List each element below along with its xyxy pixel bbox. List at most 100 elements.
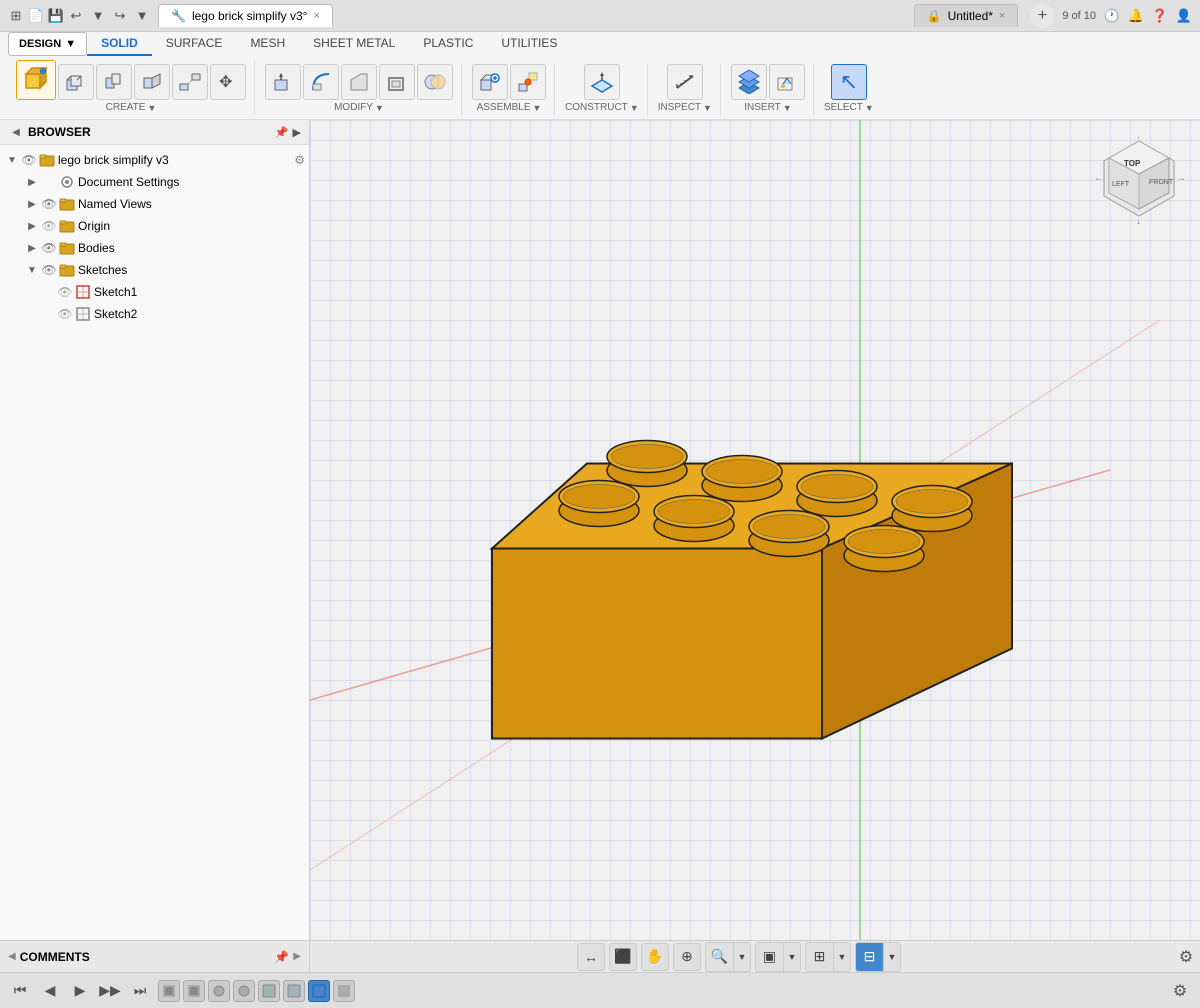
view-cube[interactable]: TOP FRONT LEFT ↓ ↑ → ←	[1094, 136, 1184, 226]
grid-btn[interactable]: ⊞	[806, 943, 834, 971]
timeline-prev-btn[interactable]: ◀	[38, 979, 62, 1003]
tab-utilities[interactable]: UTILITIES	[487, 32, 571, 56]
browser-panel-arrow[interactable]: ▶	[293, 126, 301, 139]
grid-icon[interactable]: ⊞	[8, 8, 24, 24]
assemble-dropdown[interactable]: ▼	[533, 103, 542, 113]
modify-dropdown[interactable]: ▼	[375, 103, 384, 113]
create-solid-button[interactable]	[16, 60, 56, 100]
design-dropdown-arrow[interactable]: ▼	[65, 38, 76, 50]
bodies-vis[interactable]: 👁	[40, 239, 58, 257]
sketches-vis[interactable]: 👁	[40, 261, 58, 279]
docsettings-arrow[interactable]: ▶	[24, 174, 40, 190]
origin-arrow[interactable]: ▶	[24, 218, 40, 234]
press-pull-button[interactable]	[265, 64, 301, 100]
measure-button[interactable]	[667, 64, 703, 100]
timeline-item-1[interactable]	[158, 980, 180, 1002]
insert-dropdown[interactable]: ▼	[783, 103, 792, 113]
redo-icon[interactable]: ↪	[112, 8, 128, 24]
shell-button[interactable]	[379, 64, 415, 100]
tree-item-origin[interactable]: ▶ 👁 Origin	[0, 215, 309, 237]
help-icon[interactable]: ❓	[1152, 8, 1168, 24]
tree-item-docsettings[interactable]: ▶ Document Settings	[0, 171, 309, 193]
tab-sheet-metal[interactable]: SHEET METAL	[299, 32, 409, 56]
tree-item-sketch1[interactable]: 👁 Sketch1	[0, 281, 309, 303]
timeline-next-btn[interactable]: ▶▶	[98, 979, 122, 1003]
chamfer-button[interactable]	[341, 64, 377, 100]
view-mode-btn[interactable]: ▣	[756, 943, 784, 971]
decal-button[interactable]	[769, 64, 805, 100]
tab-plastic[interactable]: PLASTIC	[409, 32, 487, 56]
active-tab[interactable]: 🔧 lego brick simplify v3° ×	[158, 4, 333, 27]
comments-pin-icon[interactable]: 📌	[274, 950, 289, 964]
sweep-button[interactable]	[134, 64, 170, 100]
tree-item-bodies[interactable]: ▶ 👁 Bodies	[0, 237, 309, 259]
redo-arrow[interactable]: ▼	[134, 8, 150, 24]
comments-collapse-arrow[interactable]: ◀	[8, 951, 16, 962]
origin-vis[interactable]: 👁	[40, 217, 58, 235]
clock-icon[interactable]: 🕐	[1104, 8, 1120, 24]
untitled-tab[interactable]: 🔒 Untitled* ×	[914, 4, 1019, 27]
tab-close-button[interactable]: ×	[313, 10, 319, 22]
bodies-arrow[interactable]: ▶	[24, 240, 40, 256]
tree-item-sketches[interactable]: ▼ 👁 Sketches	[0, 259, 309, 281]
undo-icon[interactable]: ↩	[68, 8, 84, 24]
namedviews-arrow[interactable]: ▶	[24, 196, 40, 212]
viewport-select-btn[interactable]: ↔	[577, 943, 605, 971]
timeline-first-btn[interactable]: ⏮	[8, 979, 32, 1003]
tab-mesh[interactable]: MESH	[236, 32, 299, 56]
timeline-item-3[interactable]	[208, 980, 230, 1002]
save-icon[interactable]: 💾	[48, 8, 64, 24]
viewport-layout-dropdown[interactable]: ▼	[884, 943, 900, 971]
untitled-tab-close[interactable]: ×	[999, 10, 1005, 22]
move-copy-button[interactable]: ✥	[210, 64, 246, 100]
file-icon[interactable]: 📄	[28, 8, 44, 24]
timeline-item-2[interactable]	[183, 980, 205, 1002]
browser-collapse-arrow[interactable]: ◀	[8, 124, 24, 140]
browser-pin-icon[interactable]: 📌	[275, 126, 289, 139]
tree-item-sketch2[interactable]: 👁 Sketch2	[0, 303, 309, 325]
root-visibility-icon[interactable]: 👁	[20, 151, 38, 169]
fillet-button[interactable]	[303, 64, 339, 100]
namedviews-vis[interactable]: 👁	[40, 195, 58, 213]
revolve-button[interactable]	[96, 64, 132, 100]
construct-dropdown[interactable]: ▼	[630, 103, 639, 113]
sketches-arrow[interactable]: ▼	[24, 262, 40, 278]
view-mode-dropdown[interactable]: ▼	[784, 943, 800, 971]
viewport-settings-btn[interactable]: ⚙	[1172, 943, 1200, 971]
timeline-play-btn[interactable]: ▶	[68, 979, 92, 1003]
timeline-item-5[interactable]	[258, 980, 280, 1002]
offset-plane-button[interactable]	[584, 64, 620, 100]
viewport[interactable]: TOP FRONT LEFT ↓ ↑ → ←	[310, 120, 1200, 940]
new-tab-button[interactable]: +	[1030, 4, 1054, 28]
viewport-fit-btn[interactable]: ⬛	[609, 943, 637, 971]
sketch2-vis[interactable]: 👁	[56, 305, 74, 323]
notification-icon[interactable]: 🔔	[1128, 8, 1144, 24]
undo-arrow[interactable]: ▼	[90, 8, 106, 24]
loft-button[interactable]	[172, 64, 208, 100]
sketch1-vis[interactable]: 👁	[56, 283, 74, 301]
grid-dropdown[interactable]: ▼	[834, 943, 850, 971]
root-settings-icon[interactable]: ⚙	[294, 153, 305, 167]
new-component-button[interactable]	[472, 64, 508, 100]
combine-button[interactable]	[417, 64, 453, 100]
tab-solid[interactable]: SOLID	[87, 32, 152, 56]
zoom-dropdown[interactable]: ▼	[734, 943, 750, 971]
inspect-dropdown[interactable]: ▼	[703, 103, 712, 113]
timeline-item-8[interactable]	[333, 980, 355, 1002]
tree-item-namedviews[interactable]: ▶ 👁 Named Views	[0, 193, 309, 215]
timeline-item-6[interactable]	[283, 980, 305, 1002]
tree-root-item[interactable]: ▼ 👁 lego brick simplify v3 ⚙	[0, 149, 309, 171]
viewport-pan-btn[interactable]: ✋	[641, 943, 669, 971]
user-icon[interactable]: 👤	[1176, 8, 1192, 24]
timeline-item-4[interactable]	[233, 980, 255, 1002]
root-collapse-arrow[interactable]: ▼	[4, 152, 20, 168]
timeline-item-7[interactable]	[308, 980, 330, 1002]
viewport-orbit-btn[interactable]: ⊕	[673, 943, 701, 971]
timeline-last-btn[interactable]: ⏭	[128, 979, 152, 1003]
zoom-btn[interactable]: 🔍	[706, 943, 734, 971]
extrude-button[interactable]	[58, 64, 94, 100]
select-dropdown[interactable]: ▼	[865, 103, 874, 113]
insert-derive-button[interactable]	[731, 64, 767, 100]
select-button[interactable]: ↖	[831, 64, 867, 100]
design-button[interactable]: DESIGN ▼	[8, 32, 87, 56]
